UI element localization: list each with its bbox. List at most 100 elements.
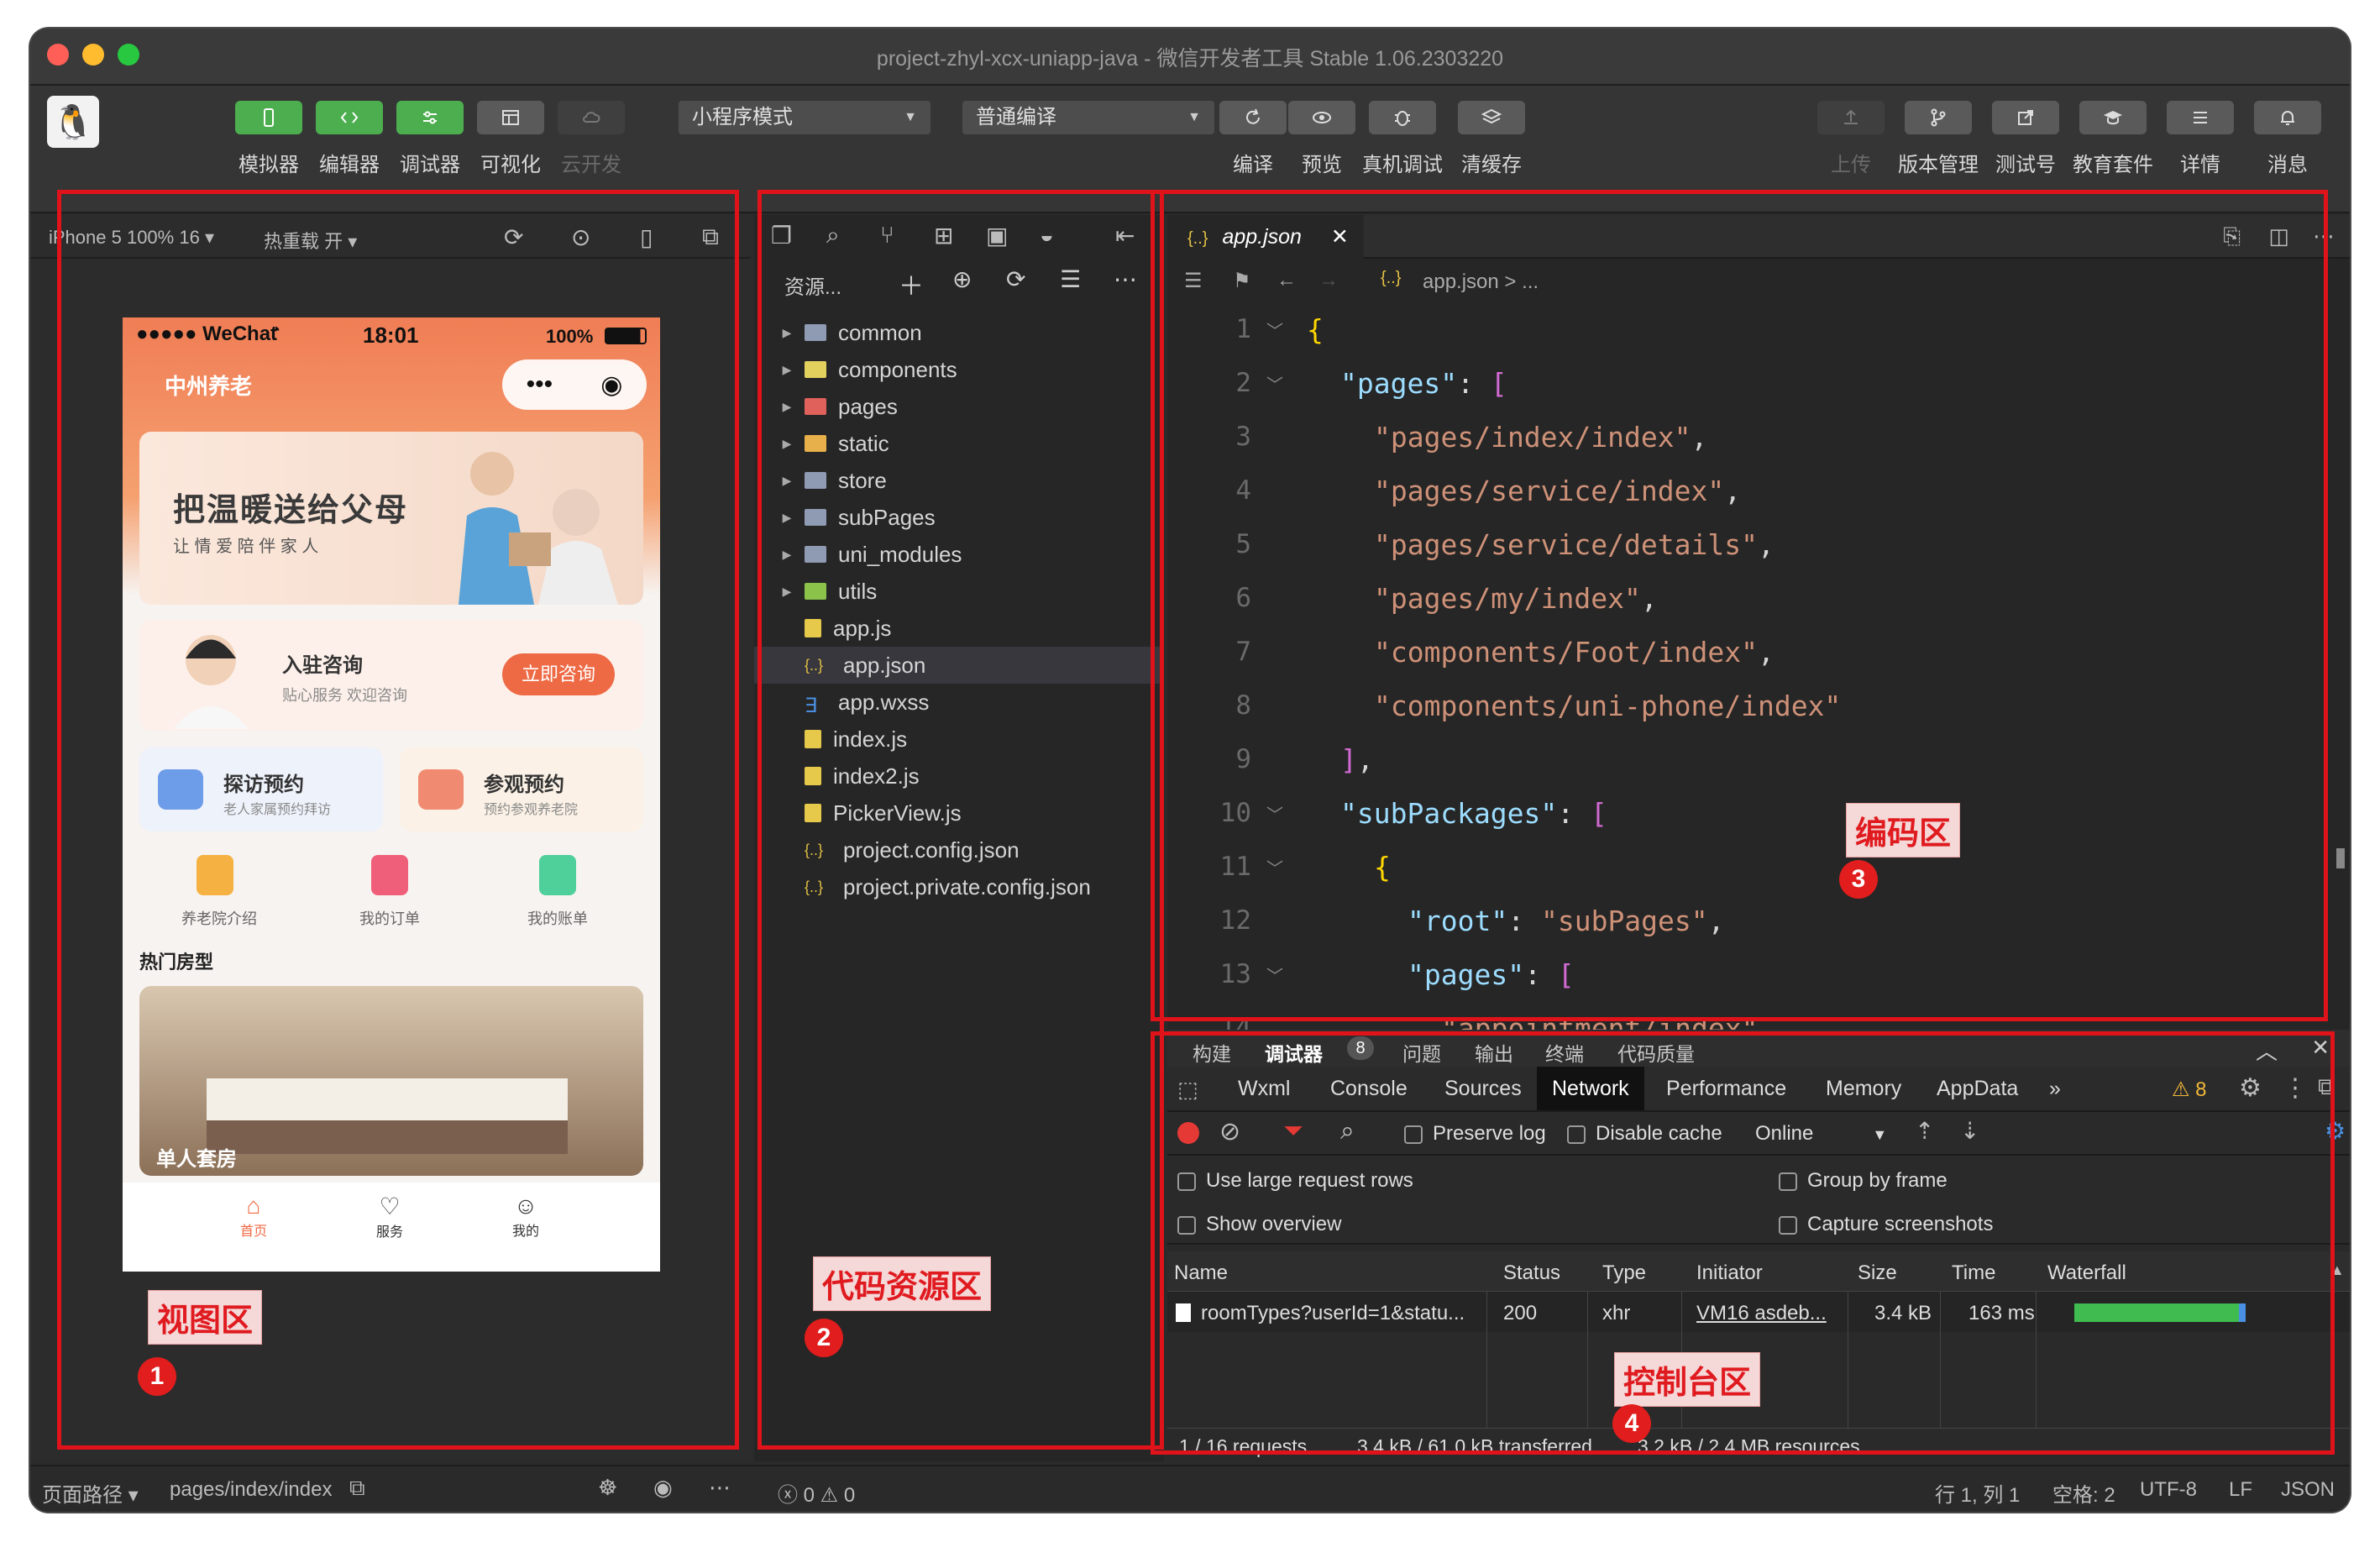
tab-performance[interactable]: Performance (1651, 1067, 1801, 1110)
education-kit-button[interactable] (2079, 101, 2147, 134)
editor-toggle-button[interactable] (316, 101, 383, 134)
code-line[interactable]: 13 ﹀ "pages": [ (1167, 947, 2326, 1001)
stop-icon[interactable]: ⊙ (571, 223, 590, 251)
collapse-panel-icon[interactable]: ⇤ (1115, 222, 1135, 249)
kebab-menu-icon[interactable]: ⋮ (2283, 1073, 2308, 1103)
tab-appdata[interactable]: AppData (1921, 1067, 2033, 1110)
warnings-count[interactable]: ⚠ 8 (2172, 1078, 2207, 1102)
bill-icon[interactable] (539, 855, 576, 895)
tab-code-quality[interactable]: 代码质量 (1617, 1038, 1695, 1067)
refresh-icon[interactable]: ⟳ (1006, 265, 1025, 293)
consult-button[interactable]: 立即咨询 (502, 653, 615, 695)
remote-debug-button[interactable] (1369, 101, 1436, 134)
file-tree-item[interactable]: ▶ store (754, 462, 1164, 499)
new-file-icon[interactable]: ＋ (899, 265, 924, 302)
capsule-menu[interactable]: ••• ◉ (502, 359, 647, 410)
device-select[interactable]: iPhone 5 100% 16 ▾ (49, 227, 214, 249)
tab-service[interactable]: ♡ 服务 (339, 1193, 440, 1240)
split-editor-icon[interactable]: ◫ (2268, 223, 2289, 249)
upload-button[interactable] (1817, 101, 1885, 134)
file-tree-item[interactable]: ▶ components (754, 351, 1164, 388)
editor-tab-app-json[interactable]: {..} app.json ✕ (1167, 215, 1364, 259)
request-initiator[interactable]: VM16 asdeb... (1696, 1302, 1827, 1325)
clear-cache-button[interactable] (1458, 101, 1525, 134)
details-button[interactable] (2167, 101, 2234, 134)
checkbox-box[interactable] (1177, 1172, 1196, 1191)
messages-button[interactable] (2254, 101, 2321, 134)
network-row[interactable]: roomTypes?userId=1&statu... 200 xhr VM16… (1167, 1292, 2350, 1332)
col-size[interactable]: Size (1858, 1261, 1897, 1285)
code-line[interactable]: 5 "pages/service/details", (1167, 517, 2326, 571)
tab-sources[interactable]: Sources (1429, 1067, 1537, 1110)
preview-button[interactable] (1288, 101, 1355, 134)
version-control-button[interactable] (1905, 101, 1972, 134)
col-time[interactable]: Time (1952, 1261, 1995, 1285)
compile-button[interactable] (1219, 101, 1287, 134)
page-path-select[interactable]: 页面路径 ▾ (42, 1478, 139, 1508)
save-icon[interactable]: ▣ (986, 222, 1008, 249)
popout-icon[interactable]: ⧉ (702, 223, 719, 251)
banner-image[interactable]: 把温暖送给父母 让 情 爱 陪 伴 家 人 (139, 432, 643, 605)
col-name[interactable]: Name (1174, 1261, 1228, 1285)
more-icon[interactable]: ••• (527, 370, 553, 399)
fold-chevron-icon[interactable]: ﹀ (1266, 801, 1283, 826)
filter-icon[interactable]: ⏷ (1283, 1117, 1303, 1146)
tour-appointment-card[interactable]: 参观预约 预约参观养老院 (400, 747, 643, 831)
room-image[interactable]: 单人套房 (139, 986, 643, 1176)
fold-chevron-icon[interactable]: ﹀ (1266, 317, 1283, 342)
capture-screenshots-checkbox[interactable]: Capture screenshots (1779, 1213, 1993, 1236)
export-icon[interactable]: ⇣ (1960, 1117, 1979, 1145)
tab-output[interactable]: 输出 (1475, 1038, 1513, 1067)
nursing-home-icon[interactable] (197, 855, 233, 895)
cursor-position[interactable]: 行 1, 列 1 (1935, 1478, 2020, 1508)
close-capsule-icon[interactable]: ◉ (600, 370, 622, 400)
file-tree-item[interactable]: {..} project.config.json (754, 831, 1164, 868)
code-line[interactable]: 12 "root": "subPages", (1167, 894, 2326, 947)
code-line[interactable]: 4 "pages/service/index", (1167, 464, 2326, 517)
code-line[interactable]: 8 "components/uni-phone/index" (1167, 679, 2326, 732)
tab-terminal[interactable]: 终端 (1545, 1038, 1584, 1067)
git-icon[interactable]: ⑂ (880, 222, 894, 249)
forward-icon[interactable]: → (1318, 269, 1339, 292)
rotate-icon[interactable]: ⟳ (504, 223, 523, 251)
cloud-dev-button[interactable] (558, 101, 625, 134)
scrollbar-thumb[interactable] (2336, 848, 2345, 868)
encoding[interactable]: UTF-8 (2140, 1478, 2197, 1502)
tab-debugger[interactable]: 调试器 (1265, 1038, 1323, 1067)
close-panel-icon[interactable]: ✕ (2311, 1035, 2330, 1061)
simulator-toggle-button[interactable] (235, 101, 302, 134)
back-icon[interactable]: ← (1276, 269, 1297, 292)
file-tree-item[interactable]: {..} app.json (754, 647, 1164, 684)
tab-console[interactable]: Console (1315, 1067, 1423, 1110)
import-icon[interactable]: ⇡ (1915, 1117, 1934, 1145)
tab-mine[interactable]: ☺ 我的 (475, 1193, 576, 1240)
file-tree-item[interactable]: ▶ utils (754, 573, 1164, 610)
collapse-all-icon[interactable]: ☰ (1060, 265, 1081, 293)
file-tree-item[interactable]: {..} project.private.config.json (754, 868, 1164, 905)
indent-setting[interactable]: 空格: 2 (2052, 1478, 2115, 1508)
tab-network[interactable]: Network (1537, 1067, 1644, 1110)
group-by-frame-checkbox[interactable]: Group by frame (1779, 1169, 1948, 1193)
docker-icon[interactable]: ◒ (1040, 222, 1054, 249)
hot-reload-select[interactable]: 热重载 开 ▾ (264, 227, 357, 254)
breadcrumb[interactable]: app.json > ... (1423, 270, 1539, 294)
throttle-select[interactable]: Online ▼ (1755, 1122, 1887, 1146)
chevron-up-icon[interactable]: ︿ (2256, 1035, 2278, 1066)
visual-toggle-button[interactable] (477, 101, 544, 134)
code-area[interactable]: 1 ﹀ {2 ﹀ "pages": [3 "pages/index/index", 4 "pa… (1167, 302, 2326, 1045)
clear-icon[interactable]: ⊘ (1219, 1117, 1240, 1146)
debugger-toggle-button[interactable] (396, 101, 464, 134)
more-icon[interactable]: ⋯ (1114, 265, 1137, 293)
test-account-button[interactable] (1992, 101, 2059, 134)
col-initiator[interactable]: Initiator (1696, 1261, 1763, 1285)
mode-select[interactable]: 小程序模式 ▼ (679, 101, 931, 134)
close-tab-icon[interactable]: ✕ (1331, 225, 1349, 249)
code-line[interactable]: 10 ﹀ "subPackages": [ (1167, 786, 2326, 840)
code-line[interactable]: 6 "pages/my/index", (1167, 571, 2326, 625)
checkbox-box[interactable] (1177, 1215, 1196, 1235)
eye-icon[interactable]: ◉ (653, 1475, 673, 1501)
language-mode[interactable]: JSON (2281, 1478, 2335, 1502)
file-tree-item[interactable]: index.js (754, 721, 1164, 758)
code-line[interactable]: 2 ﹀ "pages": [ (1167, 356, 2326, 410)
bookmark-icon[interactable]: ⚑ (1233, 269, 1251, 293)
